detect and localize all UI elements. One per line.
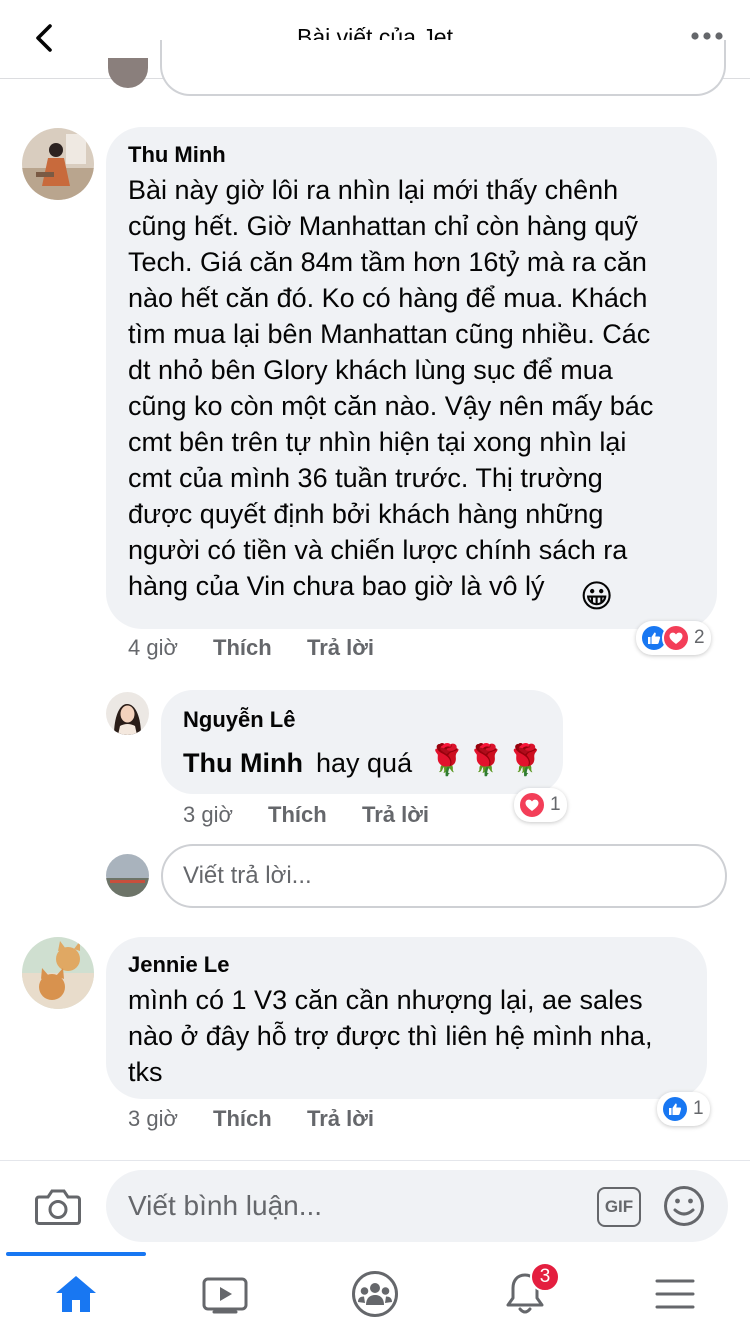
reply-button[interactable]: Trả lời	[362, 802, 429, 828]
comment-text: hay quá	[316, 748, 413, 778]
tab-home[interactable]	[26, 1262, 126, 1326]
home-icon	[56, 1276, 96, 1312]
comment-text: mình có 1 V3 căn cần nhượng lại, ae sale…	[128, 985, 653, 1087]
like-button[interactable]: Thích	[268, 802, 327, 828]
menu-icon	[655, 1279, 695, 1309]
avatar[interactable]	[106, 692, 149, 735]
groups-icon	[352, 1271, 398, 1317]
mention-link[interactable]: Thu Minh	[183, 745, 303, 781]
like-reaction-icon	[661, 1095, 689, 1123]
reply-placeholder: Viết trả lời...	[183, 862, 312, 889]
comment-placeholder: Viết bình luận...	[128, 1190, 323, 1221]
camera-icon	[35, 1189, 81, 1225]
reaction-summary[interactable]: 1	[514, 788, 567, 822]
reply-input-partial[interactable]	[160, 40, 726, 96]
reply-input[interactable]: Viết trả lời...	[161, 844, 727, 908]
avatar[interactable]	[22, 128, 94, 200]
grinning-emoji-icon: 😀	[580, 578, 614, 614]
reaction-count: 1	[550, 794, 561, 815]
like-button[interactable]: Thích	[213, 635, 272, 661]
love-reaction-icon	[662, 624, 690, 652]
current-user-avatar	[106, 854, 149, 897]
emoji-button[interactable]	[662, 1184, 706, 1228]
comment-author[interactable]: Nguyễn Lê	[183, 707, 295, 733]
tab-notifications[interactable]	[475, 1262, 575, 1326]
avatar	[108, 58, 148, 88]
comment-time: 3 giờ	[183, 802, 233, 827]
tab-groups[interactable]	[325, 1262, 425, 1326]
active-tab-indicator	[6, 1252, 146, 1256]
notification-badge: 3	[530, 1262, 560, 1292]
like-button[interactable]: Thích	[213, 1106, 272, 1132]
camera-button[interactable]	[30, 1182, 86, 1232]
rose-emoji-icon: 🌹🌹🌹	[428, 744, 547, 777]
video-icon	[202, 1277, 248, 1314]
comment-time: 3 giờ	[128, 1106, 178, 1131]
reaction-count: 1	[693, 1098, 704, 1119]
reaction-summary[interactable]: 2	[636, 621, 711, 655]
comment-time: 4 giờ	[128, 635, 178, 660]
tab-video[interactable]	[175, 1262, 275, 1326]
love-reaction-icon	[518, 791, 546, 819]
reply-button[interactable]: Trả lời	[307, 635, 374, 661]
comment-author[interactable]: Jennie Le	[128, 952, 229, 978]
tab-menu[interactable]	[625, 1262, 725, 1326]
avatar[interactable]	[22, 937, 94, 1009]
reaction-count: 2	[694, 627, 705, 648]
reply-button[interactable]: Trả lời	[307, 1106, 374, 1132]
comment-text: Bài này giờ lôi ra nhìn lại mới thấy chê…	[128, 175, 654, 601]
smiley-icon	[664, 1186, 704, 1226]
comment-author[interactable]: Thu Minh	[128, 142, 226, 168]
reaction-summary[interactable]: 1	[657, 1092, 710, 1126]
gif-button[interactable]: GIF	[597, 1187, 641, 1227]
